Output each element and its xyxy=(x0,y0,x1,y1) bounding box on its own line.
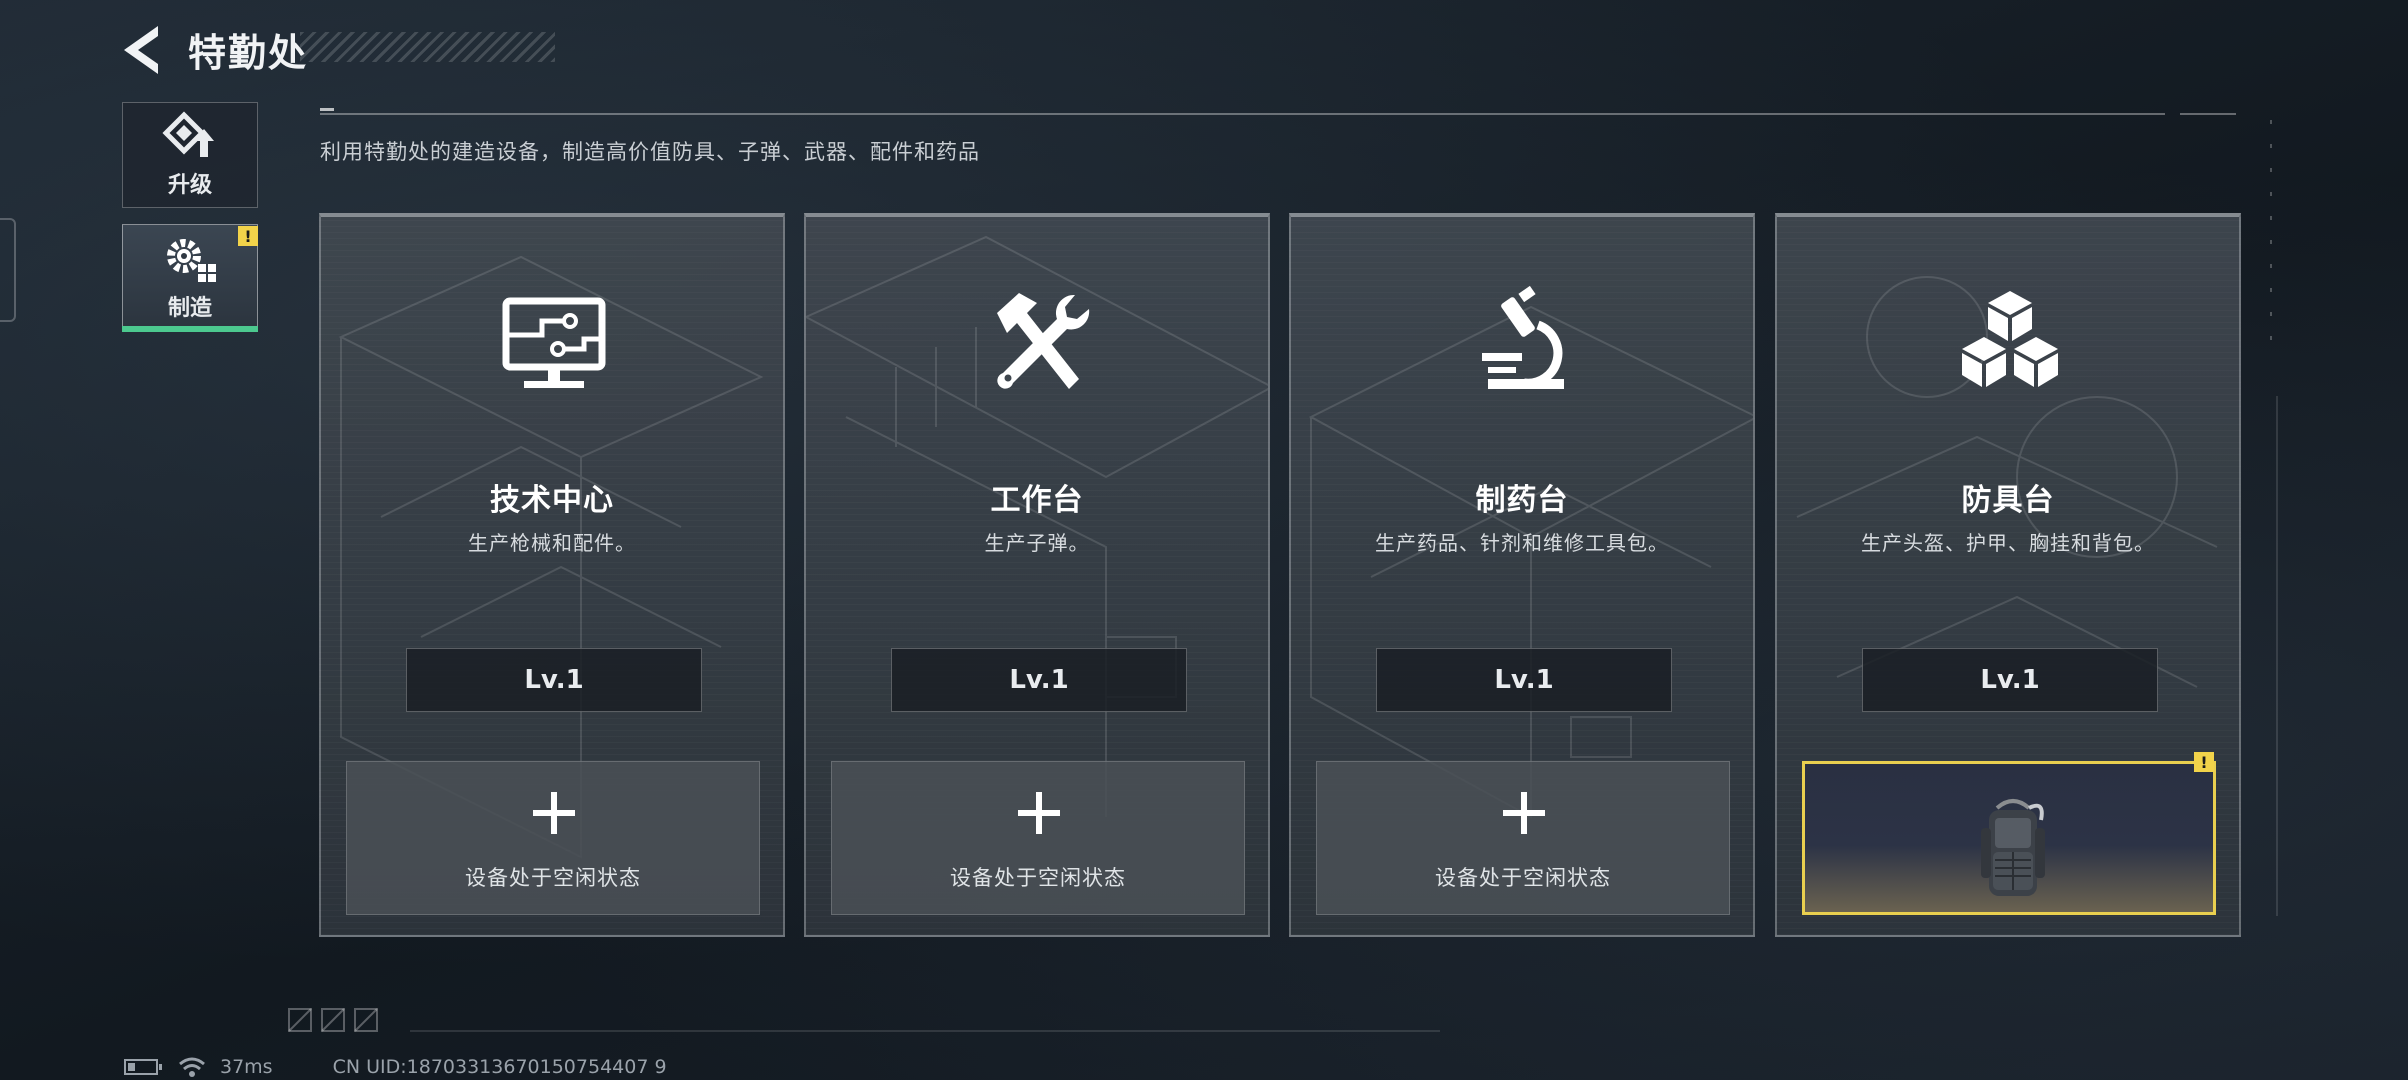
slot-status-label: 设备处于空闲状态 xyxy=(1435,866,1611,890)
microscope-icon xyxy=(1482,285,1564,389)
right-ruler-decoration xyxy=(2270,120,2272,340)
card-description: 生产枪械和配件。 xyxy=(468,531,636,555)
page-title: 特勤处 xyxy=(188,31,309,75)
left-edge-decoration xyxy=(0,218,16,322)
card-title: 工作台 xyxy=(990,483,1084,518)
slot-status-label: 设备处于空闲状态 xyxy=(950,866,1126,890)
tab-upgrade-label: 升级 xyxy=(167,173,212,198)
battery-icon xyxy=(124,1059,162,1075)
facility-card-tech-center[interactable]: 技术中心 生产枪械和配件。 Lv.1 设备处于空闲状态 xyxy=(319,213,785,937)
card-title: 防具台 xyxy=(1961,483,2055,518)
production-slot-active[interactable] xyxy=(1802,761,2216,915)
level-badge: Lv.1 xyxy=(1862,648,2158,712)
gears-icon xyxy=(167,239,216,282)
production-slot[interactable]: 设备处于空闲状态 xyxy=(1316,761,1730,915)
card-description: 生产药品、针剂和维修工具包。 xyxy=(1375,531,1669,555)
back-button[interactable] xyxy=(118,20,168,80)
tab-craft-warning-badge: ! xyxy=(238,226,258,246)
bottom-divider xyxy=(410,1030,1440,1032)
plus-icon xyxy=(1018,792,1060,834)
production-slot[interactable]: 设备处于空闲状态 xyxy=(831,761,1245,915)
ping-value: 37ms xyxy=(220,1056,273,1078)
page-description: 利用特勤处的建造设备，制造高价值防具、子弹、武器、配件和药品 xyxy=(320,140,980,164)
divider-right-segment xyxy=(2180,113,2236,115)
card-description: 生产头盔、护甲、胸挂和背包。 xyxy=(1861,531,2155,555)
bottom-decoration xyxy=(288,1008,378,1032)
status-bar: 37ms CN UID:18703313670150754407 9 xyxy=(124,1054,667,1080)
level-badge: Lv.1 xyxy=(891,648,1187,712)
card-description: 生产子弹。 xyxy=(984,531,1090,555)
right-line-decoration xyxy=(2276,396,2278,916)
facility-card-workbench[interactable]: 工作台 生产子弹。 Lv.1 设备处于空闲状态 xyxy=(804,213,1270,937)
title-decoration xyxy=(300,32,555,62)
computer-monitor-icon xyxy=(502,297,606,388)
slot-status-label: 设备处于空闲状态 xyxy=(465,866,641,890)
header-divider xyxy=(320,113,2165,115)
tab-upgrade[interactable]: 升级 xyxy=(122,102,258,208)
tab-selected-indicator xyxy=(122,326,258,332)
plus-icon xyxy=(1503,792,1545,834)
facility-card-pharmacy[interactable]: 制药台 生产药品、针剂和维修工具包。 Lv.1 设备处于空闲状态 xyxy=(1289,213,1755,937)
user-uid: CN UID:18703313670150754407 9 xyxy=(332,1056,667,1078)
slot-warning-badge: ! xyxy=(2194,752,2214,772)
production-slot[interactable]: 设备处于空闲状态 xyxy=(346,761,760,915)
card-title: 技术中心 xyxy=(490,483,614,518)
level-badge: Lv.1 xyxy=(1376,648,1672,712)
backpack-icon xyxy=(1981,799,2045,896)
tab-craft-label: 制造 xyxy=(167,296,212,321)
hammer-wrench-icon xyxy=(997,293,1090,389)
level-badge: Lv.1 xyxy=(406,648,702,712)
divider-tick xyxy=(320,108,334,111)
back-arrow-icon xyxy=(124,26,158,74)
wifi-icon xyxy=(179,1057,205,1077)
upgrade-arrow-icon xyxy=(162,111,214,157)
card-title: 制药台 xyxy=(1475,483,1569,518)
crafting-screen: 特勤处 升级 制造 ! 利用特勤处的建造设备，制造高价值防具、子弹、武器、配件和… xyxy=(0,0,2408,1080)
facility-card-armor-bench[interactable]: 防具台 生产头盔、护甲、胸挂和背包。 Lv.1 xyxy=(1775,213,2241,937)
cubes-icon xyxy=(1962,291,2058,387)
plus-icon xyxy=(533,792,575,834)
